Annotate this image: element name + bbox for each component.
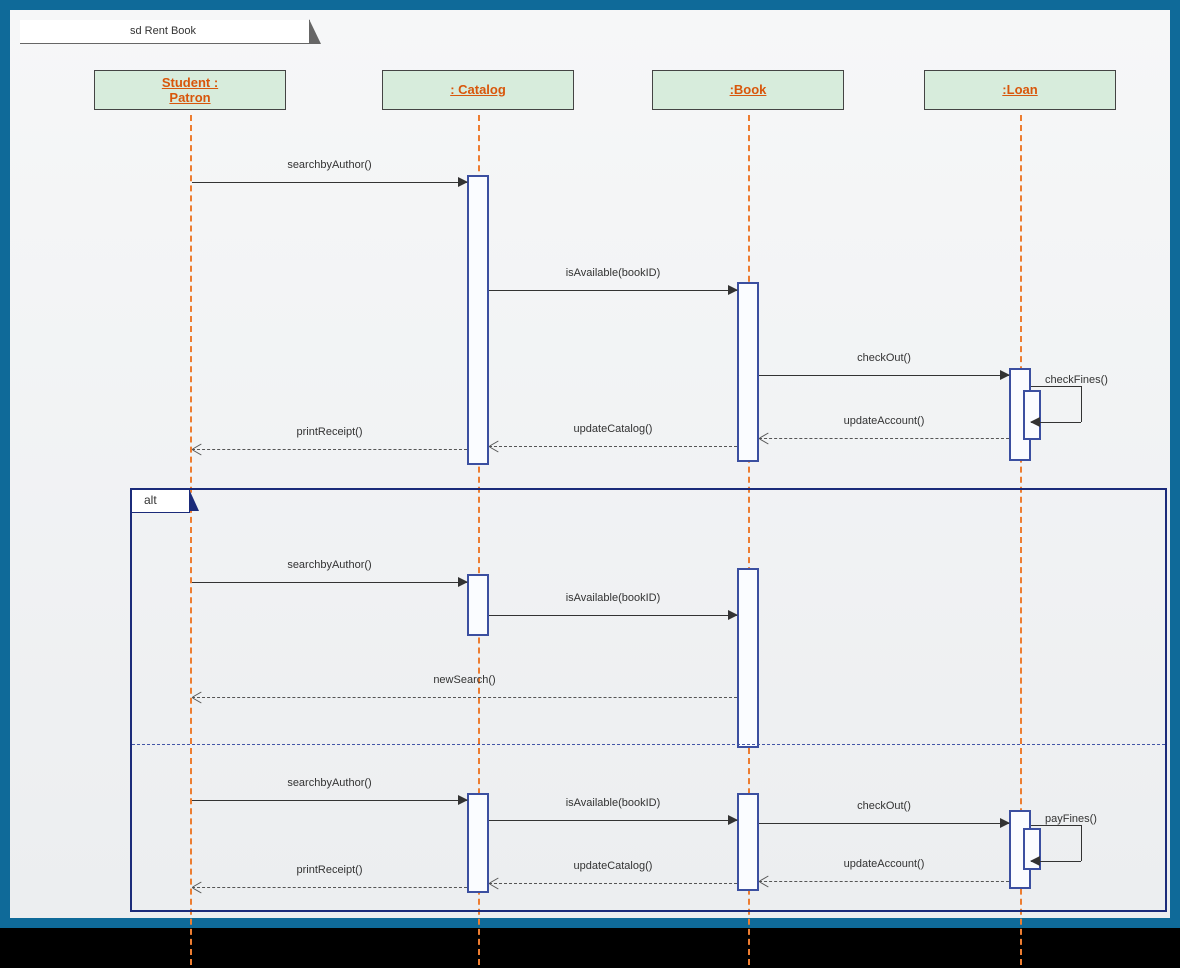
- msg-label: checkOut(): [759, 800, 1009, 812]
- activation-loan-1b: [1023, 390, 1041, 440]
- msg-searchbyAuthor-3: searchbyAuthor(): [192, 793, 467, 809]
- msg-label: updateAccount(): [759, 415, 1009, 427]
- msg-label: searchbyAuthor(): [192, 777, 467, 789]
- msg-newSearch: newSearch(): [192, 690, 737, 706]
- msg-isAvailable-3: isAvailable(bookID): [489, 813, 737, 829]
- msg-checkOut-2: checkOut(): [759, 816, 1009, 832]
- participant-loan: :Loan: [924, 70, 1116, 110]
- msg-label: printReceipt(): [192, 864, 467, 876]
- msg-updateCatalog-1: updateCatalog(): [489, 439, 737, 455]
- msg-label: isAvailable(bookID): [489, 592, 737, 604]
- msg-label: searchbyAuthor(): [192, 159, 467, 171]
- msg-label: newSearch(): [192, 674, 737, 686]
- participant-catalog-label: : Catalog: [383, 71, 573, 109]
- participant-catalog: : Catalog: [382, 70, 574, 110]
- msg-label: payFines(): [1045, 813, 1097, 825]
- activation-book-1: [737, 282, 759, 462]
- activation-catalog-1: [467, 175, 489, 465]
- msg-searchbyAuthor-1: searchbyAuthor(): [192, 175, 467, 191]
- msg-checkOut-1: checkOut(): [759, 368, 1009, 384]
- msg-isAvailable-2: isAvailable(bookID): [489, 608, 737, 624]
- participant-patron-label-top: Student :: [95, 75, 285, 90]
- frame-title-tab: sd Rent Book: [20, 20, 310, 44]
- msg-label: checkOut(): [759, 352, 1009, 364]
- msg-label: updateCatalog(): [489, 423, 737, 435]
- msg-updateCatalog-2: updateCatalog(): [489, 876, 737, 892]
- msg-label: isAvailable(bookID): [489, 797, 737, 809]
- participant-book-label: :Book: [653, 71, 843, 109]
- diagram-frame: sd Rent Book Student : Patron : Catalog …: [0, 0, 1180, 928]
- participant-patron-label-bot: Patron: [95, 90, 285, 105]
- frame-title: sd Rent Book: [130, 25, 196, 37]
- msg-label: isAvailable(bookID): [489, 267, 737, 279]
- participant-patron: Student : Patron: [94, 70, 286, 110]
- msg-label: printReceipt(): [192, 426, 467, 438]
- msg-updateAccount-2: updateAccount(): [759, 874, 1009, 890]
- msg-searchbyAuthor-2: searchbyAuthor(): [192, 575, 467, 591]
- msg-printReceipt-2: printReceipt(): [192, 880, 467, 896]
- msg-label: updateCatalog(): [489, 860, 737, 872]
- msg-label: searchbyAuthor(): [192, 559, 467, 571]
- alt-separator: [132, 744, 1165, 745]
- msg-printReceipt-1: printReceipt(): [192, 442, 467, 458]
- alt-label-tab: alt: [130, 488, 190, 513]
- participant-book: :Book: [652, 70, 844, 110]
- msg-label: updateAccount(): [759, 858, 1009, 870]
- participant-loan-label: :Loan: [925, 71, 1115, 109]
- alt-label: alt: [144, 493, 157, 507]
- msg-updateAccount-1: updateAccount(): [759, 431, 1009, 447]
- msg-label: checkFines(): [1045, 374, 1108, 386]
- msg-isAvailable-1: isAvailable(bookID): [489, 283, 737, 299]
